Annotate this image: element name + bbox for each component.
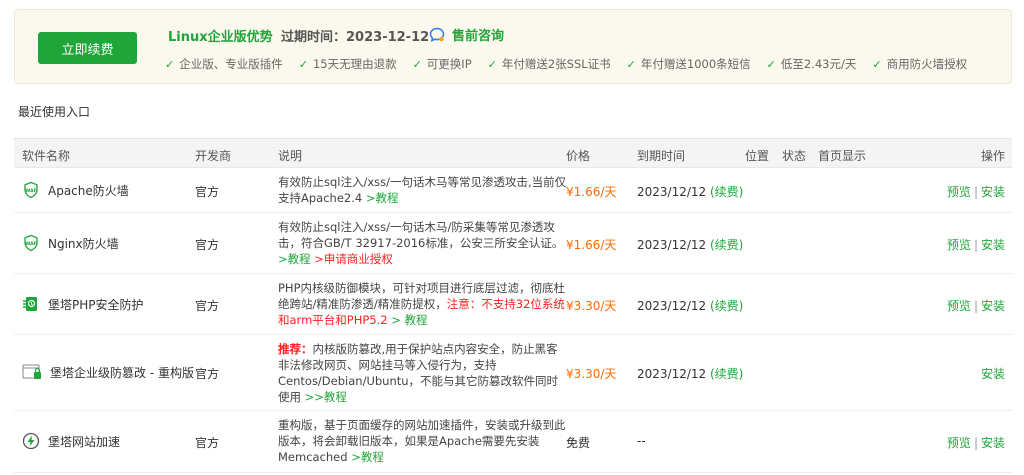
feature-item: ✓ 15天无理由退款	[298, 57, 397, 71]
tutorial-link[interactable]: >教程	[278, 252, 311, 266]
price: ¥3.30/天	[566, 367, 617, 381]
header-actions: 操作	[980, 149, 1005, 163]
svg-text:WAF: WAF	[25, 241, 36, 247]
description: 有效防止sql注入/xss/一句话木马/防采集等常见渗透攻击，符合GB/T 32…	[278, 220, 564, 266]
expire-date: 2023-12-12	[346, 30, 430, 45]
feature-list: ✓ 企业版、专业版插件 ✓ 15天无理由退款 ✓ 可更换IP ✓ 年付赠送2张SSL证书…	[165, 56, 983, 72]
table-row: 堡塔企业级防篡改 - 重构版 官方 推荐：内核版防篡改,用于保护站点内容安全，防…	[14, 335, 1012, 411]
expiry: --	[637, 434, 646, 448]
header-name: 软件名称	[22, 149, 71, 163]
renew-button[interactable]: 立即续费	[38, 32, 137, 64]
software-name[interactable]: WAF Apache防火墙	[22, 181, 129, 199]
expiry: 2023/12/12 (续费)	[637, 185, 744, 199]
header-position: 位置	[745, 149, 770, 163]
expire-label: 过期时间：	[281, 30, 347, 45]
header-expiry: 到期时间	[637, 149, 686, 163]
presales-consult-link[interactable]: 售前咨询	[428, 25, 504, 44]
feature-item: ✓ 年付赠送1000条短信	[626, 57, 751, 71]
description: PHP内核级防御模块，可针对项目进行底层过滤，彻底杜绝跨站/精准防渗透/精准防提…	[278, 281, 566, 327]
check-icon: ✓	[626, 57, 636, 71]
renew-link[interactable]: (续费)	[710, 299, 743, 313]
install-link[interactable]: 安装	[981, 367, 1005, 381]
actions: 预览 | 安装	[946, 238, 1005, 252]
software-name[interactable]: 堡塔企业级防篡改 - 重构版	[22, 363, 194, 381]
install-link[interactable]: 安装	[981, 238, 1005, 252]
tamper-proof-icon	[22, 364, 41, 379]
table-header: 软件名称 开发商 说明 价格 到期时间 位置 状态 首页显示 操作	[14, 139, 1012, 168]
check-icon: ✓	[165, 57, 175, 71]
software-name[interactable]: 堡塔PHP安全防护	[22, 295, 144, 313]
table-row: WAF Nginx防火墙 官方 有效防止sql注入/xss/一句话木马/防采集等…	[14, 213, 1012, 274]
software-name[interactable]: WAF Nginx防火墙	[22, 234, 119, 252]
enterprise-banner: 立即续费 Linux企业版优势 过期时间：2023-12-12 售前咨询 ✓ 企业…	[14, 9, 1012, 84]
tutorial-link[interactable]: >教程	[351, 450, 384, 464]
developer: 官方	[195, 436, 220, 450]
tutorial-link[interactable]: >教程	[366, 191, 399, 205]
price: 免费	[566, 436, 591, 450]
presales-consult-label: 售前咨询	[452, 29, 505, 44]
actions: 预览 | 安装	[946, 299, 1005, 313]
svg-text:WAF: WAF	[25, 188, 36, 194]
header-price: 价格	[566, 149, 591, 163]
feature-item: ✓ 低至2.43元/天	[766, 57, 857, 71]
expiry: 2023/12/12 (续费)	[637, 367, 744, 381]
check-icon: ✓	[766, 57, 776, 71]
price: ¥1.66/天	[566, 238, 617, 252]
expiry: 2023/12/12 (续费)	[637, 299, 744, 313]
preview-link[interactable]: 预览	[947, 238, 971, 252]
header-homepage: 首页显示	[818, 149, 867, 163]
actions: 预览 | 安装	[946, 436, 1005, 450]
waf-shield-icon: WAF	[24, 181, 38, 199]
description: 重构版，基于页面缓存的网站加速插件，安装或升级到此版本，将会卸载旧版本，如果是A…	[278, 418, 566, 464]
software-table: 软件名称 开发商 说明 价格 到期时间 位置 状态 首页显示 操作 WAF Ap…	[14, 138, 1012, 473]
renew-link[interactable]: (续费)	[710, 367, 743, 381]
install-link[interactable]: 安装	[981, 185, 1005, 199]
developer: 官方	[195, 238, 220, 252]
actions: 安装	[981, 365, 1005, 382]
feature-item: ✓ 可更换IP	[412, 57, 472, 71]
waf-shield-icon: WAF	[24, 234, 38, 252]
commercial-license-link[interactable]: >申请商业授权	[314, 252, 393, 266]
description: 有效防止sql注入/xss/一句话木马等常见渗透攻击,当前仅支持Apache2.…	[278, 175, 567, 205]
feature-item: ✓ 商用防火墙授权	[872, 57, 968, 71]
install-link[interactable]: 安装	[981, 299, 1005, 313]
preview-link[interactable]: 预览	[947, 299, 971, 313]
check-icon: ✓	[872, 57, 882, 71]
check-icon: ✓	[487, 57, 497, 71]
header-developer: 开发商	[195, 149, 232, 163]
lightning-accelerate-icon	[22, 432, 40, 450]
check-icon: ✓	[298, 57, 308, 71]
table-row: 堡塔PHP安全防护 官方 PHP内核级防御模块，可针对项目进行底层过滤，彻底杜绝…	[14, 274, 1012, 335]
price: ¥3.30/天	[566, 299, 617, 313]
developer: 官方	[195, 367, 220, 381]
feature-item: ✓ 年付赠送2张SSL证书	[487, 57, 611, 71]
recommend-label: 推荐：	[278, 342, 313, 356]
actions: 预览 | 安装	[946, 185, 1005, 199]
recent-entry-title: 最近使用入口	[18, 105, 91, 119]
table-row: WAF Apache防火墙 官方 有效防止sql注入/xss/一句话木马等常见渗…	[14, 168, 1012, 213]
check-icon: ✓	[412, 57, 422, 71]
expire-info: 过期时间：2023-12-12	[281, 26, 429, 45]
header-status: 状态	[782, 149, 807, 163]
edition-title: Linux企业版优势	[168, 30, 273, 45]
preview-link[interactable]: 预览	[947, 436, 971, 450]
description: 推荐：内核版防篡改,用于保护站点内容安全，防止黑客非法修改网页、网站挂马等入侵行…	[278, 342, 559, 404]
developer: 官方	[195, 299, 220, 313]
header-description: 说明	[278, 149, 303, 163]
install-link[interactable]: 安装	[981, 436, 1005, 450]
feature-item: ✓ 企业版、专业版插件	[165, 57, 283, 71]
expiry: 2023/12/12 (续费)	[637, 238, 744, 252]
php-security-icon	[23, 297, 37, 311]
developer: 官方	[195, 185, 220, 199]
price: ¥1.66/天	[566, 185, 617, 199]
tutorial-link[interactable]: > 教程	[388, 313, 427, 327]
tutorial-link[interactable]: >>教程	[305, 390, 347, 404]
table-row: 堡塔网站加速 官方 重构版，基于页面缓存的网站加速插件，安装或升级到此版本，将会…	[14, 411, 1012, 473]
chat-bubble-icon	[429, 27, 445, 42]
renew-link[interactable]: (续费)	[710, 185, 743, 199]
renew-link[interactable]: (续费)	[710, 238, 743, 252]
preview-link[interactable]: 预览	[947, 185, 971, 199]
software-name[interactable]: 堡塔网站加速	[22, 432, 120, 450]
